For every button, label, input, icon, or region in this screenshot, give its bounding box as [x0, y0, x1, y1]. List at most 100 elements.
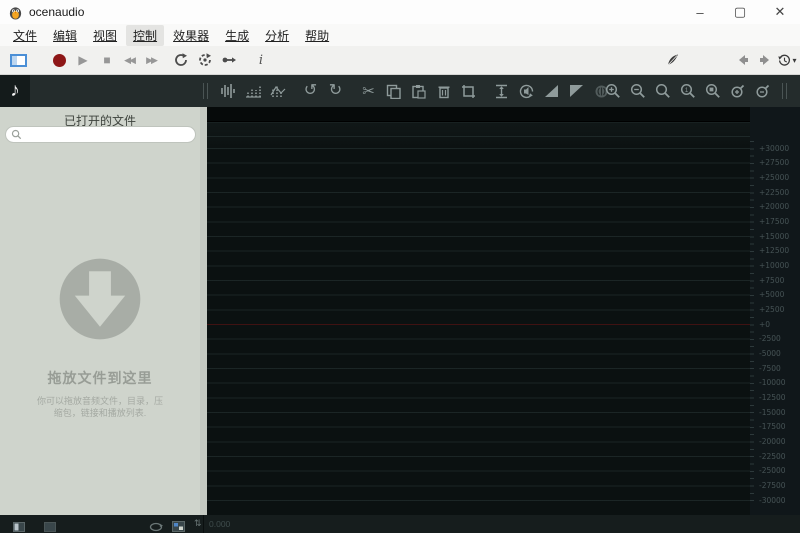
history-caret-icon: ▾ [792, 56, 796, 65]
waveform-icon [220, 83, 236, 99]
file-search-box[interactable] [5, 126, 196, 143]
scale-tick-label: -2500 [759, 334, 781, 343]
vertical-zoom-in-button[interactable] [727, 81, 748, 101]
toggle-bottom-panel-button[interactable] [44, 519, 56, 533]
menu-edit[interactable]: 编辑 [46, 25, 84, 46]
opened-files-tab[interactable]: ♪ [0, 75, 30, 107]
rewind-icon: ◀◀ [124, 56, 134, 65]
menu-bar: 文件 编辑 视图 控制 效果器 生成 分析 帮助 [0, 24, 800, 46]
play-button[interactable]: ▶ [72, 49, 94, 71]
undo-button[interactable]: ↺ [300, 81, 321, 101]
zoom-one-to-one-icon: 1 [680, 83, 696, 99]
history-button[interactable]: ▾ [774, 49, 800, 71]
zoom-one-to-one-button[interactable]: 1 [677, 81, 698, 101]
zoom-out-button[interactable] [627, 81, 648, 101]
fade-out-icon [570, 85, 583, 97]
scissors-icon: ✂ [362, 84, 375, 99]
redo-button[interactable]: ↻ [325, 81, 346, 101]
play-from-cursor-icon [221, 52, 237, 68]
sort-arrows-icon: ⇅ [194, 518, 202, 528]
copy-button[interactable] [383, 81, 404, 101]
zoom-toolbar-drag-handle[interactable] [782, 83, 787, 99]
zoom-in-icon [605, 83, 621, 99]
trash-icon [437, 84, 451, 99]
stop-button[interactable]: ■ [96, 49, 118, 71]
cut-button[interactable]: ✂ [358, 81, 379, 101]
scale-tick-label: +5000 [759, 290, 784, 299]
scale-tick-label: -10000 [759, 378, 786, 387]
play-from-cursor-button[interactable] [218, 49, 240, 71]
nav-back-button[interactable] [732, 49, 754, 71]
menu-generate[interactable]: 生成 [218, 25, 256, 46]
sort-order-button[interactable]: ⇅ [194, 518, 202, 529]
zoom-toolbar: 1 [600, 75, 794, 107]
loop-selection-button[interactable] [194, 49, 216, 71]
zero-amplitude-line [207, 324, 750, 325]
svg-text:1: 1 [684, 88, 688, 94]
app-window: ocenaudio – ▢ ✕ 文件 编辑 视图 控制 效果器 生成 分析 帮助… [0, 0, 800, 533]
waveform-area[interactable] [207, 107, 750, 515]
scale-tick-label: -17500 [759, 422, 786, 431]
menu-effects[interactable]: 效果器 [166, 25, 216, 46]
scale-tick-label: -15000 [759, 408, 786, 417]
vertical-zoom-out-button[interactable] [752, 81, 773, 101]
close-button[interactable]: ✕ [760, 0, 800, 24]
toggle-sidebar-button[interactable] [13, 519, 25, 533]
time-ruler[interactable] [207, 107, 750, 122]
selection-tool-icon [10, 54, 27, 67]
history-icon [777, 53, 792, 68]
loop-mode-button[interactable] [149, 519, 163, 533]
selection-tool-button[interactable] [6, 49, 30, 71]
search-input[interactable] [22, 128, 195, 141]
toolbar-drag-handle[interactable] [203, 83, 208, 99]
file-dropzone[interactable]: 拖放文件到这里 你可以拖放音频文件，目录，压缩包，链接和播放列表. [0, 257, 200, 419]
scale-tick-label: +10000 [759, 261, 789, 270]
zoom-in-button[interactable] [602, 81, 623, 101]
scale-tick-label: +27500 [759, 158, 789, 167]
adjust-amplitude-button[interactable] [491, 81, 512, 101]
scale-tick-label: +2500 [759, 305, 784, 314]
fade-in-icon [545, 85, 558, 97]
scale-tick-label: +30000 [759, 144, 789, 153]
zoom-full-button[interactable] [652, 81, 673, 101]
fade-in-button[interactable] [541, 81, 562, 101]
menu-analyze[interactable]: 分析 [258, 25, 296, 46]
crop-button[interactable] [458, 81, 479, 101]
loop-icon [173, 52, 189, 68]
edit-pen-button[interactable] [662, 49, 684, 71]
scale-tick-label: -5000 [759, 349, 781, 358]
minimize-button[interactable]: – [680, 0, 720, 24]
view-mode-button[interactable] [172, 519, 185, 533]
zoom-selection-button[interactable] [702, 81, 723, 101]
menu-control[interactable]: 控制 [126, 25, 164, 46]
info-button[interactable]: i [250, 49, 272, 71]
nav-forward-button[interactable] [754, 49, 776, 71]
play-icon: ▶ [78, 54, 87, 66]
paste-button[interactable] [408, 81, 429, 101]
rewind-button[interactable]: ◀◀ [118, 49, 140, 71]
scale-tick-label: -22500 [759, 452, 786, 461]
loop-button[interactable] [170, 49, 192, 71]
spectrum-icon [270, 83, 286, 99]
delete-button[interactable] [433, 81, 454, 101]
scale-tick-label: +17500 [759, 217, 789, 226]
speaker-loop-icon [519, 84, 535, 99]
playback-effect-button[interactable] [516, 81, 537, 101]
fade-out-button[interactable] [566, 81, 587, 101]
maximize-button[interactable]: ▢ [720, 0, 760, 24]
menu-view[interactable]: 视图 [86, 25, 124, 46]
paste-icon [411, 84, 426, 99]
opened-files-panel: 已打开的文件 拖放文件到这里 你可以拖放音频文件，目录，压缩包，链接和播放列表. [0, 107, 200, 515]
amplitude-scale[interactable]: +30000+27500+25000+22500+20000+17500+150… [750, 107, 800, 515]
panel-splitter[interactable] [200, 107, 207, 515]
menu-help[interactable]: 帮助 [298, 25, 336, 46]
waveform-view-button[interactable] [217, 81, 238, 101]
scale-tick-label: -27500 [759, 481, 786, 490]
spectrum-view-button[interactable] [267, 81, 288, 101]
spectrogram-view-button[interactable] [242, 81, 263, 101]
scale-tick-label: -12500 [759, 393, 786, 402]
menu-file[interactable]: 文件 [6, 25, 44, 46]
loop-selection-icon [197, 52, 213, 68]
record-button[interactable] [48, 49, 70, 71]
fast-forward-button[interactable]: ▶▶ [140, 49, 162, 71]
